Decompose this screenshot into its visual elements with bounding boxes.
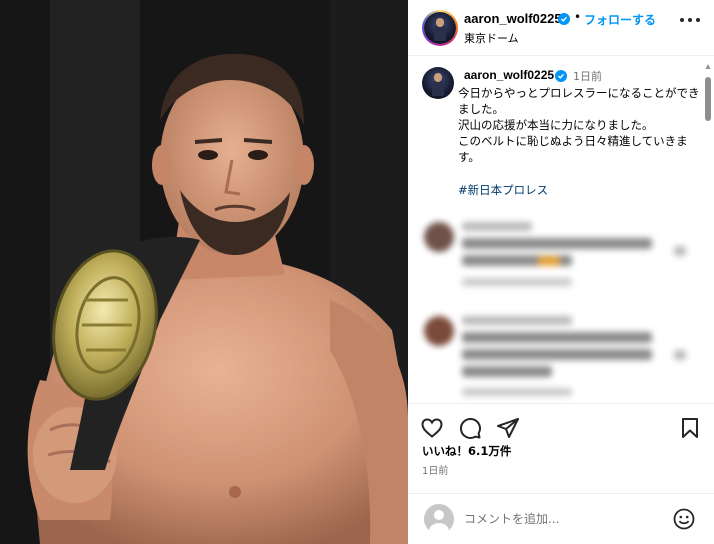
blurred-comment bbox=[420, 312, 700, 404]
emoji-icon[interactable] bbox=[672, 507, 696, 531]
paper-plane-icon[interactable] bbox=[496, 416, 520, 440]
comment-composer bbox=[408, 493, 714, 544]
header-location[interactable]: 東京ドーム bbox=[464, 30, 519, 46]
posted-time: 1日前 bbox=[422, 466, 449, 477]
caption-time: 1日前 bbox=[573, 70, 602, 83]
wrestler-photo-illustration bbox=[0, 0, 408, 544]
more-options-icon[interactable] bbox=[678, 14, 702, 26]
blurred-comment bbox=[420, 218, 700, 298]
comment-input[interactable] bbox=[464, 508, 659, 530]
caption-avatar[interactable] bbox=[422, 67, 454, 99]
user-avatar[interactable] bbox=[422, 10, 458, 46]
bookmark-icon[interactable] bbox=[678, 416, 702, 440]
caption-text: 今日からやっとプロレスラーになることができました。 沢山の応援が本当に力になりま… bbox=[458, 86, 700, 164]
verified-badge-icon bbox=[555, 70, 567, 82]
heart-icon[interactable] bbox=[420, 416, 444, 440]
header-dot-separator: • bbox=[574, 10, 582, 24]
likes-count[interactable]: いいね！6.1万件 bbox=[422, 443, 511, 459]
post-panel: aaron_wolf0225 • フォローする 東京ドーム aaron_wolf… bbox=[408, 0, 714, 544]
current-user-avatar bbox=[424, 504, 454, 534]
post-header: aaron_wolf0225 • フォローする 東京ドーム bbox=[408, 0, 714, 56]
post-photo[interactable] bbox=[0, 0, 408, 544]
caption-username[interactable]: aaron_wolf0225 bbox=[464, 68, 554, 82]
header-username[interactable]: aaron_wolf0225 bbox=[464, 11, 562, 26]
verified-badge-icon bbox=[558, 13, 570, 25]
follow-button[interactable]: フォローする bbox=[584, 11, 656, 28]
comments-scrollbar[interactable] bbox=[705, 63, 711, 403]
comment-bubble-icon[interactable] bbox=[458, 416, 482, 440]
hashtag-link[interactable]: #新日本プロレス bbox=[458, 182, 548, 198]
